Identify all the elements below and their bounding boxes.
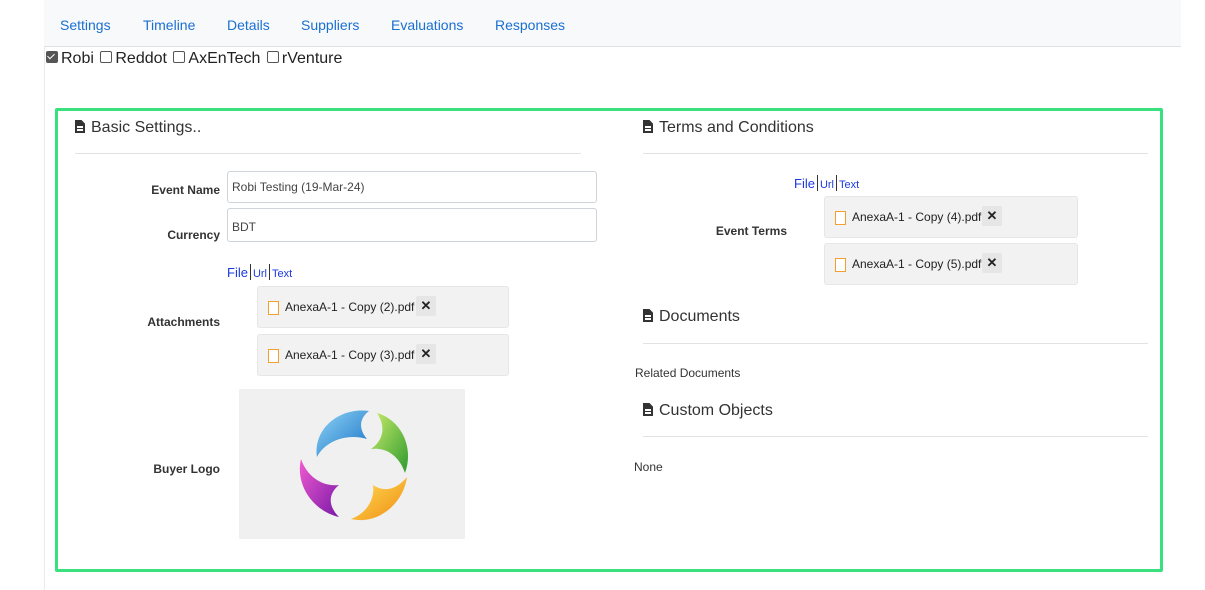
supplier-label-rventure: rVenture (281, 50, 343, 67)
tab-separator (269, 264, 271, 280)
attachment-file-item: AnexaA-1 - Copy (3).pdf ✕ (257, 334, 509, 376)
tab-separator (816, 175, 818, 191)
remove-attachment-button[interactable]: ✕ (416, 296, 436, 316)
terms-file-tab[interactable]: File (794, 176, 815, 191)
terms-type-tabs: File Url Text (794, 175, 859, 191)
divider (643, 153, 1148, 154)
file-icon (643, 120, 653, 133)
event-name-input[interactable]: Robi Testing (19-Mar-24) (227, 171, 597, 203)
file-icon (643, 403, 653, 416)
supplier-filter: Robi Reddot AxEnTech rVenture (44, 50, 342, 68)
file-icon (643, 309, 653, 322)
basic-settings-title: Basic Settings.. (75, 119, 201, 137)
divider (643, 436, 1148, 437)
custom-objects-value: None (634, 460, 663, 474)
event-name-label: Event Name (151, 183, 220, 197)
terms-title: Terms and Conditions (643, 119, 814, 137)
event-terms-label: Event Terms (715, 224, 787, 238)
currency-label: Currency (167, 228, 220, 242)
attachment-file-name: AnexaA-1 - Copy (2).pdf (285, 300, 415, 314)
remove-terms-file-button[interactable]: ✕ (982, 206, 1002, 226)
file-icon (268, 301, 279, 315)
supplier-label-robi: Robi (61, 50, 94, 67)
tab-separator (836, 175, 838, 191)
attachments-label: Attachments (147, 315, 220, 329)
top-tab-bar: Settings Timeline Details Suppliers Eval… (44, 0, 1181, 47)
settings-panel-frame (55, 108, 1163, 572)
file-icon (268, 349, 279, 363)
terms-text-tab[interactable]: Text (839, 179, 859, 191)
divider (75, 153, 581, 154)
basic-settings-title-text: Basic Settings.. (91, 119, 202, 136)
custom-objects-title-text: Custom Objects (659, 402, 773, 419)
related-documents-label: Related Documents (635, 366, 741, 380)
buyer-logo-label: Buyer Logo (153, 462, 220, 476)
tab-evaluations[interactable]: Evaluations (391, 17, 463, 33)
terms-file-item: AnexaA-1 - Copy (4).pdf ✕ (824, 196, 1078, 238)
tab-settings[interactable]: Settings (60, 17, 111, 33)
buyer-logo (299, 410, 409, 521)
tab-responses[interactable]: Responses (495, 17, 565, 33)
attachment-type-tabs: File Url Text (227, 264, 292, 280)
tab-timeline[interactable]: Timeline (143, 17, 195, 33)
attachment-url-tab[interactable]: Url (253, 268, 267, 280)
attachment-text-tab[interactable]: Text (272, 268, 292, 280)
supplier-label-reddot: Reddot (115, 50, 167, 67)
documents-title: Documents (643, 308, 740, 326)
tab-details[interactable]: Details (227, 17, 270, 33)
tab-suppliers[interactable]: Suppliers (301, 17, 359, 33)
tab-separator (249, 264, 251, 280)
file-icon (835, 258, 846, 272)
terms-title-text: Terms and Conditions (659, 119, 814, 136)
documents-title-text: Documents (659, 308, 740, 325)
supplier-label-axentech: AxEnTech (188, 50, 261, 67)
custom-objects-title: Custom Objects (643, 402, 773, 420)
file-icon (75, 120, 85, 133)
supplier-checkbox-robi[interactable] (46, 51, 58, 63)
divider (643, 343, 1148, 344)
supplier-checkbox-axentech[interactable] (173, 51, 186, 63)
remove-attachment-button[interactable]: ✕ (416, 344, 436, 364)
file-icon (835, 211, 846, 225)
remove-terms-file-button[interactable]: ✕ (982, 253, 1002, 273)
attachment-file-name: AnexaA-1 - Copy (3).pdf (285, 348, 415, 362)
terms-file-name: AnexaA-1 - Copy (4).pdf (852, 210, 982, 224)
supplier-checkbox-rventure[interactable] (266, 51, 279, 63)
terms-file-name: AnexaA-1 - Copy (5).pdf (852, 257, 982, 271)
terms-url-tab[interactable]: Url (820, 179, 834, 191)
attachment-file-item: AnexaA-1 - Copy (2).pdf ✕ (257, 286, 509, 328)
buyer-logo-image (239, 389, 465, 539)
currency-input[interactable]: BDT (227, 208, 597, 242)
attachment-file-tab[interactable]: File (227, 265, 248, 280)
supplier-checkbox-reddot[interactable] (100, 51, 113, 63)
terms-file-item: AnexaA-1 - Copy (5).pdf ✕ (824, 243, 1078, 285)
